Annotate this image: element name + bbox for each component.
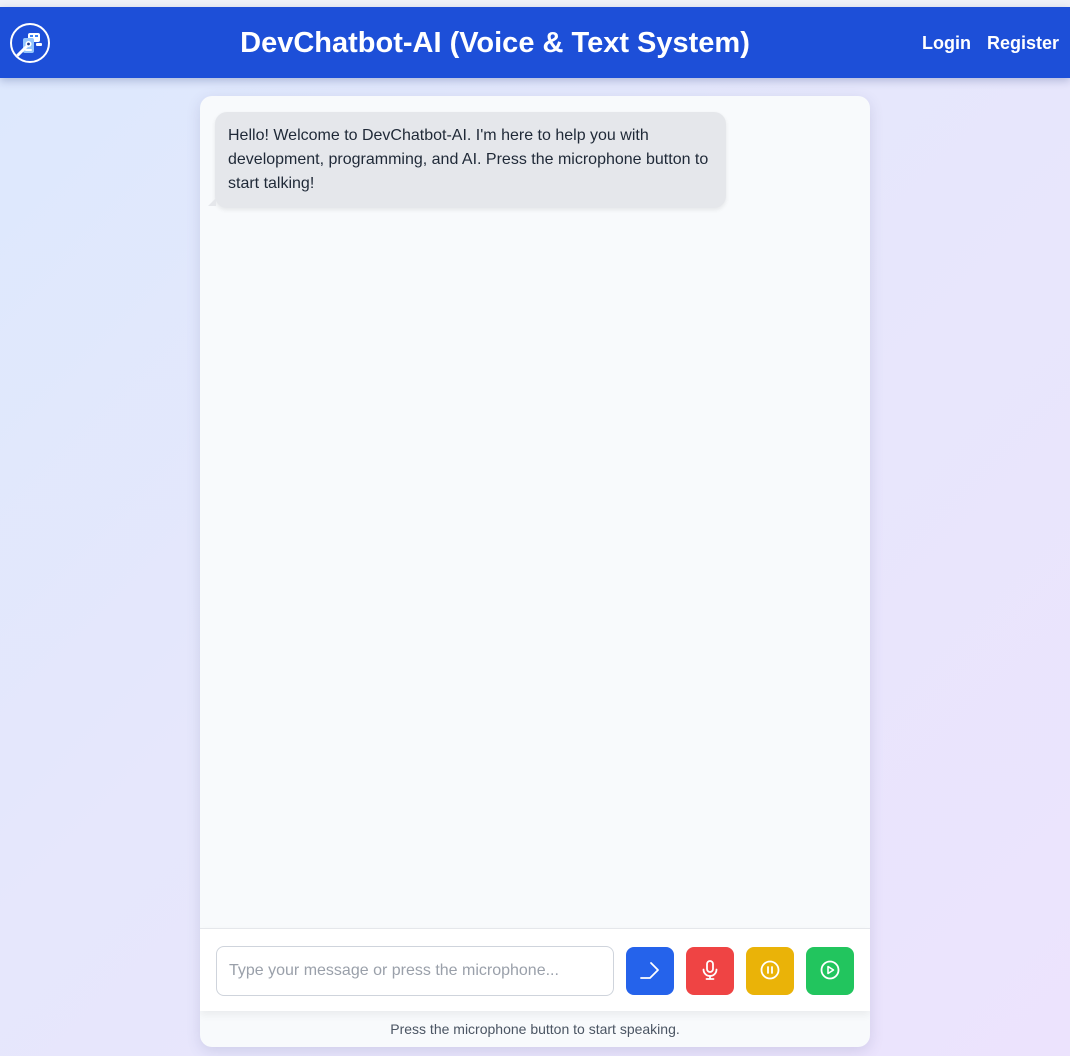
app-header: DevChatbot-AI (Voice & Text System) Logi…	[0, 7, 1070, 78]
bot-message-text: Hello! Welcome to DevChatbot-AI. I'm her…	[228, 127, 709, 192]
microphone-icon	[699, 959, 721, 984]
play-circle-icon	[819, 959, 841, 984]
composer-bar	[200, 928, 870, 1011]
message-input[interactable]	[216, 946, 614, 996]
page-title: DevChatbot-AI (Voice & Text System)	[240, 27, 750, 59]
pause-button[interactable]	[746, 947, 794, 995]
bubble-tail	[208, 198, 216, 206]
chat-panel: Hello! Welcome to DevChatbot-AI. I'm her…	[200, 96, 870, 1047]
microphone-button[interactable]	[686, 947, 734, 995]
play-button[interactable]	[806, 947, 854, 995]
bot-message-bubble: Hello! Welcome to DevChatbot-AI. I'm her…	[208, 112, 726, 208]
pause-circle-icon	[759, 959, 781, 984]
login-link[interactable]: Login	[922, 32, 971, 54]
send-button[interactable]	[626, 947, 674, 995]
top-strip	[0, 0, 1070, 7]
status-text: Press the microphone button to start spe…	[390, 1021, 680, 1037]
send-arrow-icon	[639, 959, 661, 984]
register-link[interactable]: Register	[987, 32, 1059, 54]
